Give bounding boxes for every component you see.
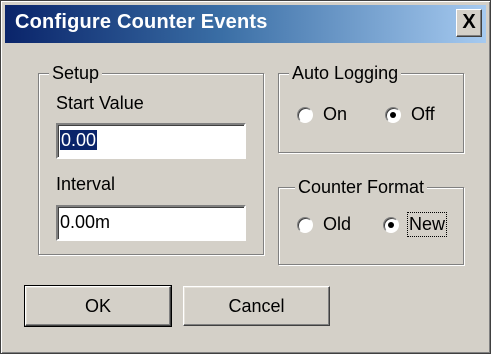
cancel-label: Cancel bbox=[228, 296, 285, 316]
auto-logging-group: Auto Logging On Off bbox=[278, 63, 464, 153]
counter-format-new-label: New bbox=[406, 212, 448, 237]
radio-off-icon bbox=[385, 106, 401, 123]
counter-format-old-radio[interactable]: Old bbox=[297, 214, 351, 235]
ok-label: OK bbox=[84, 296, 111, 316]
ok-button[interactable]: OK bbox=[24, 285, 172, 327]
setup-legend: Setup bbox=[49, 63, 103, 84]
auto-logging-on-label: On bbox=[323, 104, 348, 124]
close-button[interactable]: X bbox=[456, 9, 482, 37]
interval-text: 0.00m bbox=[60, 212, 111, 232]
counter-format-old-label: Old bbox=[323, 214, 352, 234]
start-value-input[interactable]: 0.00 bbox=[56, 123, 246, 159]
radio-new-icon bbox=[383, 216, 399, 233]
cancel-button[interactable]: Cancel bbox=[183, 286, 330, 326]
start-value-label: Start Value bbox=[56, 93, 144, 113]
radio-on-icon bbox=[297, 106, 313, 123]
configure-counter-events-dialog: Configure Counter Events X Setup Start V… bbox=[0, 0, 491, 354]
window-title: Configure Counter Events bbox=[15, 11, 268, 33]
start-value-text: 0.00 bbox=[60, 130, 98, 150]
setup-group: Setup Start Value 0.00 Interval 0.00m bbox=[38, 63, 264, 255]
counter-format-group: Counter Format Old New bbox=[278, 177, 464, 265]
close-icon: X bbox=[462, 11, 476, 33]
title-bar[interactable]: Configure Counter Events X bbox=[5, 5, 486, 43]
auto-logging-legend: Auto Logging bbox=[289, 63, 402, 84]
counter-format-legend: Counter Format bbox=[295, 177, 428, 198]
auto-logging-off-label: Off bbox=[411, 104, 435, 124]
counter-format-new-radio[interactable]: New bbox=[383, 212, 448, 237]
auto-logging-on-radio[interactable]: On bbox=[297, 104, 347, 125]
interval-input[interactable]: 0.00m bbox=[56, 205, 246, 241]
interval-label: Interval bbox=[56, 174, 116, 194]
radio-old-icon bbox=[297, 216, 313, 233]
auto-logging-off-radio[interactable]: Off bbox=[385, 104, 435, 125]
